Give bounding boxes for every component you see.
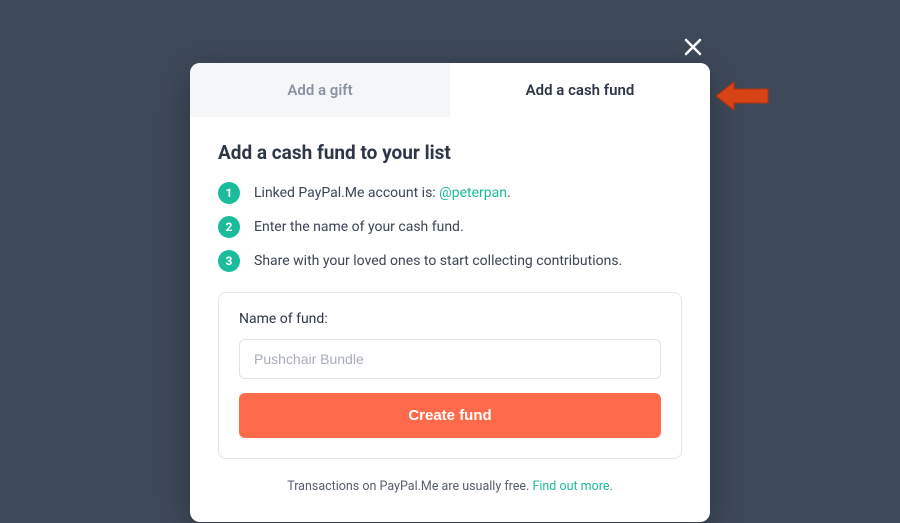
modal-heading: Add a cash fund to your list xyxy=(218,141,682,164)
footer-note: Transactions on PayPal.Me are usually fr… xyxy=(218,479,682,494)
create-fund-button[interactable]: Create fund xyxy=(239,393,661,438)
step-badge-3: 3 xyxy=(218,250,240,272)
step-1-suffix: . xyxy=(507,185,511,201)
step-badge-2: 2 xyxy=(218,216,240,238)
paypal-handle: @peterpan xyxy=(439,185,507,201)
close-icon xyxy=(681,35,705,59)
find-out-more-link[interactable]: Find out more xyxy=(532,479,609,494)
add-cash-fund-modal: Add a gift Add a cash fund Add a cash fu… xyxy=(190,63,710,522)
modal-tabs: Add a gift Add a cash fund xyxy=(190,63,710,117)
step-badge-1: 1 xyxy=(218,182,240,204)
footer-text: Transactions on PayPal.Me are usually fr… xyxy=(287,479,532,494)
step-1-prefix: Linked PayPal.Me account is: xyxy=(254,185,439,201)
step-3: 3 Share with your loved ones to start co… xyxy=(218,250,682,272)
step-2-text: Enter the name of your cash fund. xyxy=(254,219,464,235)
step-1: 1 Linked PayPal.Me account is: @peterpan… xyxy=(218,182,682,204)
step-3-text: Share with your loved ones to start coll… xyxy=(254,253,622,269)
modal-content: Add a cash fund to your list 1 Linked Pa… xyxy=(190,117,710,522)
close-button[interactable] xyxy=(681,35,705,59)
fund-form: Name of fund: Create fund xyxy=(218,292,682,459)
fund-name-label: Name of fund: xyxy=(239,311,661,327)
fund-name-input[interactable] xyxy=(239,339,661,379)
step-2: 2 Enter the name of your cash fund. xyxy=(218,216,682,238)
tab-add-gift[interactable]: Add a gift xyxy=(190,63,450,117)
arrow-left-icon xyxy=(714,78,770,114)
footer-suffix: . xyxy=(610,479,613,494)
step-1-text: Linked PayPal.Me account is: @peterpan. xyxy=(254,185,511,201)
tab-add-cash-fund[interactable]: Add a cash fund xyxy=(450,63,710,117)
callout-arrow xyxy=(714,78,770,118)
